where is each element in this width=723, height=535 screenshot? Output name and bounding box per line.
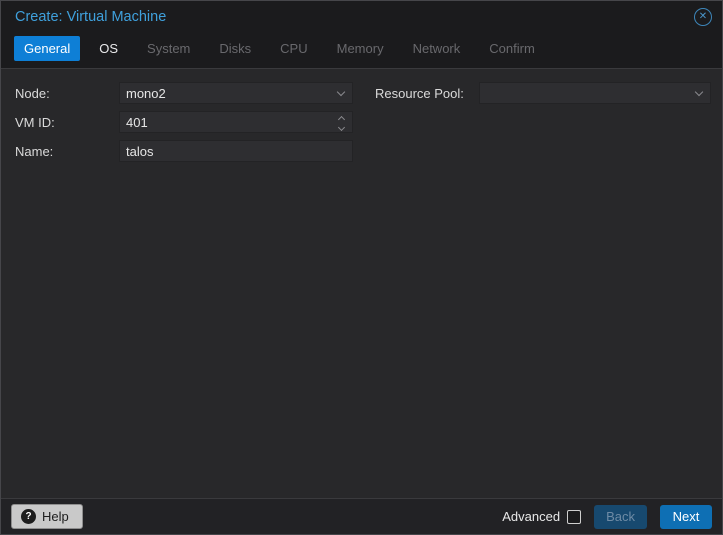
spin-up-button[interactable] <box>339 117 344 122</box>
wizard-tab-bar: General OS System Disks CPU Memory Netwo… <box>1 32 722 68</box>
node-input[interactable] <box>126 86 332 101</box>
node-label: Node: <box>15 86 119 101</box>
dialog-footer: ? Help Advanced Back Next <box>1 499 722 534</box>
resource-pool-label: Resource Pool: <box>375 86 479 101</box>
name-row: Name: <box>15 140 708 162</box>
tab-disks[interactable]: Disks <box>209 36 261 61</box>
resource-pool-input[interactable] <box>486 86 690 101</box>
chevron-up-icon <box>338 115 345 122</box>
help-icon: ? <box>21 509 36 524</box>
close-button[interactable]: ✕ <box>694 8 712 26</box>
vmid-input[interactable] <box>126 115 332 130</box>
chevron-down-icon <box>695 88 703 96</box>
resource-pool-combo[interactable] <box>479 82 711 104</box>
vmid-spinner[interactable] <box>119 111 353 133</box>
name-input[interactable] <box>126 144 332 159</box>
resource-pool-row: Resource Pool: <box>375 82 711 104</box>
create-vm-dialog: Create: Virtual Machine ✕ General OS Sys… <box>0 0 723 535</box>
advanced-checkbox[interactable] <box>567 510 581 524</box>
help-button[interactable]: ? Help <box>11 504 83 529</box>
tab-os[interactable]: OS <box>89 36 128 61</box>
close-icon: ✕ <box>699 12 707 22</box>
vmid-label: VM ID: <box>15 115 119 130</box>
resource-pool-dropdown-trigger[interactable] <box>696 89 702 95</box>
vmid-spin-buttons <box>339 112 344 134</box>
tab-general[interactable]: General <box>14 36 80 61</box>
chevron-down-icon <box>338 123 345 130</box>
chevron-down-icon <box>337 88 345 96</box>
spin-down-button[interactable] <box>339 125 344 130</box>
dialog-title: Create: Virtual Machine <box>15 9 166 25</box>
help-button-label: Help <box>42 509 69 524</box>
name-field[interactable] <box>119 140 353 162</box>
vmid-row: VM ID: <box>15 111 708 133</box>
node-dropdown-trigger[interactable] <box>338 89 344 95</box>
advanced-label: Advanced <box>502 509 560 524</box>
tab-confirm[interactable]: Confirm <box>479 36 545 61</box>
back-button[interactable]: Back <box>594 505 647 529</box>
node-combo[interactable] <box>119 82 353 104</box>
tab-network[interactable]: Network <box>403 36 471 61</box>
dialog-titlebar: Create: Virtual Machine ✕ <box>1 1 722 32</box>
next-button[interactable]: Next <box>660 505 712 529</box>
tab-cpu[interactable]: CPU <box>270 36 317 61</box>
general-form-panel: Node: VM ID: Name: <box>1 68 722 499</box>
tab-memory[interactable]: Memory <box>327 36 394 61</box>
name-label: Name: <box>15 144 119 159</box>
tab-system[interactable]: System <box>137 36 200 61</box>
footer-actions: Advanced Back Next <box>502 505 712 529</box>
